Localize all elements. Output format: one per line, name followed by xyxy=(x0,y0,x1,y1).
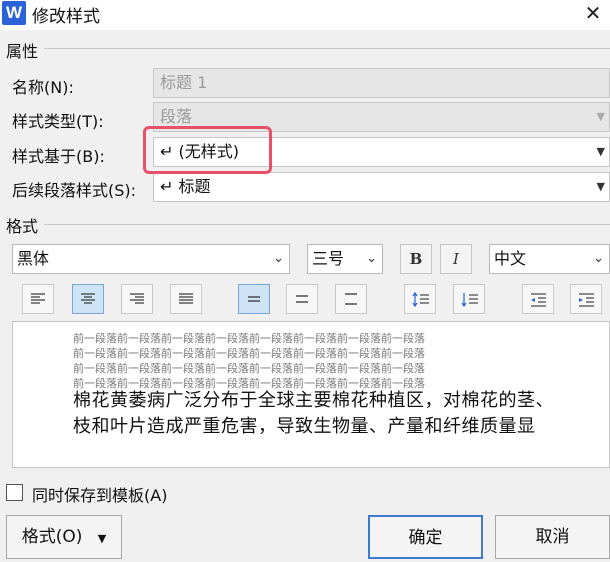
ok-button[interactable]: 确定 xyxy=(368,515,483,559)
highlight-box xyxy=(143,126,272,174)
format-menu-button[interactable]: 格式(O) ▼ xyxy=(6,515,122,559)
name-label: 名称(N): xyxy=(12,78,74,97)
font-size-select[interactable]: 三号 ⌄ xyxy=(307,244,383,274)
justify-button[interactable] xyxy=(170,284,202,314)
align-right-icon xyxy=(130,293,144,304)
language-value: 中文 xyxy=(494,249,527,268)
close-button[interactable]: ✕ xyxy=(578,0,608,28)
properties-divider xyxy=(44,48,610,49)
caret-down-icon: ▼ xyxy=(97,532,107,545)
increase-spacing-before-button[interactable] xyxy=(453,284,485,314)
align-right-button[interactable] xyxy=(121,284,153,314)
format-group-label: 格式 xyxy=(6,217,39,236)
preview-sample-line: 前一段落前一段落前一段落前一段落前一段落前一段落前一段落前一段落 xyxy=(73,347,425,360)
align-center-button[interactable] xyxy=(72,284,104,314)
name-field[interactable]: 标题 1 xyxy=(153,68,610,98)
format-button-label: 格式(O) xyxy=(21,527,83,547)
chevron-down-icon: ▼ xyxy=(596,180,605,193)
double-spacing-button[interactable] xyxy=(335,284,367,314)
justify-icon xyxy=(179,293,193,304)
chevron-down-icon: ⌄ xyxy=(273,251,284,266)
font-select[interactable]: 黑体 ⌄ xyxy=(12,244,290,274)
chevron-down-icon: ▼ xyxy=(596,110,605,123)
style-preview: 前一段落前一段落前一段落前一段落前一段落前一段落前一段落前一段落 前一段落前一段… xyxy=(12,321,610,468)
preview-text-line: 棉花黄萎病广泛分布于全球主要棉花种植区，对棉花的茎、 xyxy=(73,390,554,411)
increase-indent-icon xyxy=(579,293,594,307)
chevron-down-icon: ⌄ xyxy=(366,251,377,266)
format-divider xyxy=(44,224,610,225)
chevron-down-icon: ⌄ xyxy=(593,251,604,266)
cancel-button[interactable]: 取消 xyxy=(495,515,610,559)
italic-button[interactable]: I xyxy=(440,244,472,274)
increase-indent-button[interactable] xyxy=(570,284,602,314)
style-type-label: 样式类型(T): xyxy=(12,112,104,131)
paragraph-spacing-icon xyxy=(412,292,429,308)
based-on-label: 样式基于(B): xyxy=(12,147,105,166)
font-size-value: 三号 xyxy=(312,249,345,268)
preview-sample-line: 前一段落前一段落前一段落前一段落前一段落前一段落前一段落前一段落 xyxy=(73,332,425,345)
chevron-down-icon: ▼ xyxy=(596,145,605,158)
one-half-spacing-button[interactable] xyxy=(286,284,318,314)
wps-writer-icon: W xyxy=(2,1,26,25)
decrease-indent-button[interactable] xyxy=(522,284,554,314)
align-left-icon xyxy=(31,293,45,304)
decrease-spacing-before-button[interactable] xyxy=(404,284,436,314)
following-style-label: 后续段落样式(S): xyxy=(12,181,137,200)
line-spacing-onehalf-icon xyxy=(296,295,308,303)
properties-group-label: 属性 xyxy=(6,42,39,61)
language-select[interactable]: 中文 ⌄ xyxy=(489,244,610,274)
preview-text-line: 枝和叶片造成严重危害，导致生物量、产量和纤维质量显 xyxy=(73,416,536,437)
dialog-title: 修改样式 xyxy=(32,7,100,27)
font-value: 黑体 xyxy=(17,249,50,268)
save-to-template-label[interactable]: 同时保存到模板(A) xyxy=(32,482,167,506)
decrease-indent-icon xyxy=(531,293,546,307)
save-to-template-checkbox[interactable] xyxy=(6,484,23,501)
single-spacing-button[interactable] xyxy=(238,284,270,314)
preview-sample-line: 前一段落前一段落前一段落前一段落前一段落前一段落前一段落前一段落 xyxy=(73,362,425,375)
align-left-button[interactable] xyxy=(22,284,54,314)
paragraph-spacing-icon xyxy=(461,293,478,308)
following-style-select[interactable]: ↵ 标题 ▼ xyxy=(153,172,610,202)
name-value: 标题 1 xyxy=(160,73,208,92)
title-bar: W 修改样式 ✕ xyxy=(0,0,610,30)
line-spacing-double-icon xyxy=(345,293,357,305)
style-type-value: 段落 xyxy=(160,107,193,126)
align-center-icon xyxy=(81,293,95,304)
line-spacing-single-icon xyxy=(248,296,260,302)
bold-button[interactable]: B xyxy=(400,244,432,274)
following-style-value: ↵ 标题 xyxy=(160,177,211,196)
preview-text: 棉花黄萎病广泛分布于全球主要棉花种植区，对棉花的茎、 枝和叶片造成严重危害，导致… xyxy=(73,388,563,440)
